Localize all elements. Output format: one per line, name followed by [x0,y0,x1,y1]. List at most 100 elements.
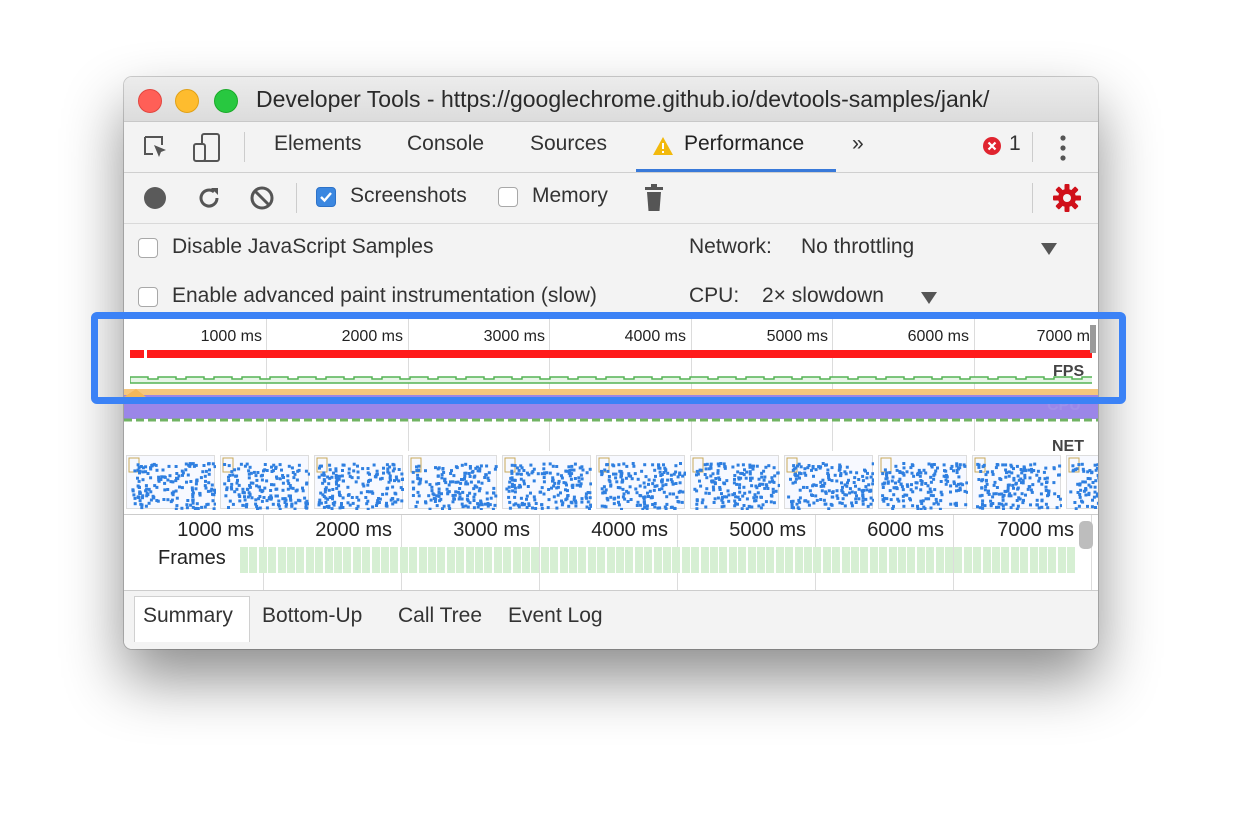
chevron-down-icon[interactable] [1041,242,1057,260]
frame-block[interactable] [390,547,399,573]
disable-js-samples-label[interactable]: Disable JavaScript Samples [172,235,433,259]
frame-block[interactable] [409,547,418,573]
frame-block[interactable] [644,547,653,573]
network-throttling-select[interactable]: No throttling [801,235,914,259]
cpu-throttling-select[interactable]: 2× slowdown [762,284,884,308]
tab-elements[interactable]: Elements [274,132,362,156]
frame-block[interactable] [1048,547,1057,573]
frame-block[interactable] [879,547,888,573]
chevron-down-icon[interactable] [921,291,937,309]
frame-block[interactable] [343,547,352,573]
tab-performance[interactable]: Performance [684,132,804,156]
frame-block[interactable] [700,547,709,573]
frame-block[interactable] [804,547,812,573]
memory-checkbox[interactable] [498,187,518,207]
kebab-menu-icon[interactable] [1059,134,1067,167]
frame-block[interactable] [428,547,436,573]
frame-block[interactable] [249,547,258,573]
frame-block[interactable] [258,547,267,573]
frame-block[interactable] [860,547,869,573]
minimize-window-button[interactable] [175,89,199,113]
advanced-paint-label[interactable]: Enable advanced paint instrumentation (s… [172,284,597,308]
frame-block[interactable] [794,547,803,573]
record-icon[interactable] [143,186,167,215]
frame-block[interactable] [963,547,972,573]
frame-block[interactable] [898,547,906,573]
frame-block[interactable] [268,547,277,573]
frame-block[interactable] [540,547,549,573]
frame-block[interactable] [672,547,681,573]
frame-block[interactable] [625,547,634,573]
frame-block[interactable] [738,547,747,573]
tab-sources[interactable]: Sources [530,132,607,156]
frame-block[interactable] [851,547,859,573]
frame-block[interactable] [1067,547,1076,573]
frame-block[interactable] [277,547,286,573]
frame-block[interactable] [334,547,342,573]
frame-block[interactable] [775,547,784,573]
frame-block[interactable] [456,547,465,573]
frame-block[interactable] [832,547,841,573]
frame-block[interactable] [381,547,389,573]
inspect-element-icon[interactable] [142,134,170,167]
frame-block[interactable] [926,547,935,573]
close-window-button[interactable] [138,89,162,113]
frame-block[interactable] [1039,547,1047,573]
trash-icon[interactable] [642,183,666,218]
frame-block[interactable] [399,547,408,573]
frame-block[interactable] [916,547,925,573]
frame-block[interactable] [597,547,606,573]
error-count[interactable]: 1 [1009,132,1021,156]
tab-summary[interactable]: Summary [143,604,233,628]
error-icon[interactable] [982,136,1002,161]
frame-block[interactable] [465,547,474,573]
frame-block[interactable] [841,547,850,573]
frame-block[interactable] [569,547,577,573]
screenshots-checkbox[interactable] [316,187,336,207]
frame-block[interactable] [719,547,728,573]
frame-block[interactable] [653,547,662,573]
frame-block[interactable] [531,547,540,573]
frame-block[interactable] [681,547,690,573]
frame-block[interactable] [1057,547,1066,573]
screenshots-label[interactable]: Screenshots [350,184,467,208]
frame-block[interactable] [1020,547,1029,573]
frame-block[interactable] [606,547,615,573]
frame-block[interactable] [766,547,775,573]
frame-block[interactable] [296,547,305,573]
frame-block[interactable] [362,547,371,573]
frame-block[interactable] [691,547,700,573]
frame-block[interactable] [305,547,314,573]
frame-block[interactable] [954,547,963,573]
tab-bottom-up[interactable]: Bottom-Up [262,604,362,628]
frame-block[interactable] [352,547,361,573]
frame-block[interactable] [1010,547,1019,573]
memory-label[interactable]: Memory [532,184,608,208]
frame-block[interactable] [550,547,559,573]
zoom-window-button[interactable] [214,89,238,113]
frame-block[interactable] [616,547,624,573]
frame-block[interactable] [587,547,596,573]
frame-block[interactable] [437,547,446,573]
frame-block[interactable] [559,547,568,573]
frame-block[interactable] [757,547,765,573]
frame-block[interactable] [1029,547,1038,573]
frame-block[interactable] [710,547,718,573]
frame-block[interactable] [484,547,493,573]
frame-block[interactable] [1001,547,1010,573]
frame-block[interactable] [935,547,944,573]
frames-track-label[interactable]: Frames [158,547,226,570]
frame-block[interactable] [813,547,822,573]
more-tabs-button[interactable]: » [852,132,864,156]
frame-block[interactable] [324,547,333,573]
tab-call-tree[interactable]: Call Tree [398,604,482,628]
frame-block[interactable] [728,547,737,573]
frame-block[interactable] [315,547,324,573]
device-toolbar-icon[interactable] [192,132,222,169]
reload-record-icon[interactable] [196,185,222,216]
frame-block[interactable] [869,547,878,573]
vertical-scrollbar-thumb[interactable] [1079,521,1093,549]
frame-block[interactable] [907,547,916,573]
frame-block[interactable] [578,547,587,573]
capture-settings-gear-icon[interactable] [1052,183,1082,218]
